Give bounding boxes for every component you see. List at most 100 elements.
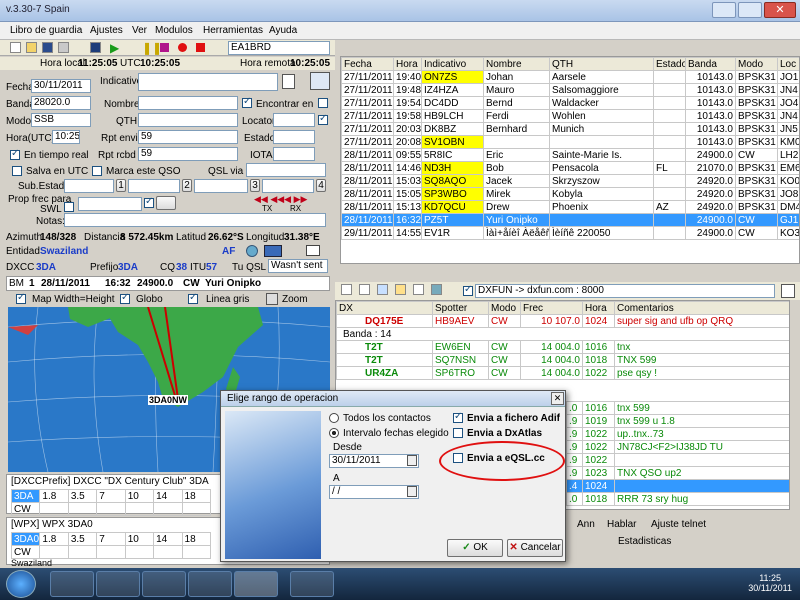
menu-herramientas[interactable]: Herramientas	[203, 25, 263, 36]
log-row[interactable]: 27/11/2011 19:40 ON7ZS Johan Aarsele 10143.0 B…	[341, 70, 799, 84]
a-field[interactable]: / /	[329, 485, 419, 499]
sub-button-2[interactable]: 2	[182, 179, 192, 192]
col-hora[interactable]: Hora	[393, 57, 422, 71]
fecha-field[interactable]: 30/11/2011	[31, 79, 91, 93]
mail-icon[interactable]	[306, 245, 320, 256]
menu-ver[interactable]: Ver	[132, 25, 147, 36]
encontrar-option[interactable]	[318, 98, 328, 108]
cluster-filter-icon[interactable]	[359, 284, 370, 295]
taskbar-explorer-icon[interactable]	[50, 571, 94, 597]
stop-square-icon[interactable]	[196, 43, 205, 52]
cl-col-spotter[interactable]: Spotter	[432, 301, 489, 315]
log-row[interactable]: 28/11/2011 15:13 KD7QCU Drew Phoenix AZ 24920.…	[341, 200, 799, 214]
zoom-slider[interactable]	[266, 293, 278, 305]
start-button[interactable]	[6, 570, 36, 598]
col-banda[interactable]: Banda	[685, 57, 736, 71]
cancel-button[interactable]: ✕ Cancelar	[507, 539, 563, 557]
tiempo-real-checkbox[interactable]	[10, 148, 20, 160]
map-width-checkbox[interactable]	[16, 292, 26, 304]
globo-checkbox[interactable]	[120, 292, 130, 304]
prop-button[interactable]	[156, 196, 176, 210]
cl-col-frec[interactable]: Frec	[520, 301, 583, 315]
todos-radio[interactable]	[329, 413, 339, 423]
subestado-3-field[interactable]	[194, 179, 248, 193]
taskbar-clock[interactable]: 11:25 30/11/2011	[748, 573, 792, 593]
log-row[interactable]: 27/11/2011 19:58 HB9LCH Ferdi Wohlen 10143.0 B…	[341, 109, 799, 123]
banda-field[interactable]: 28020.0	[31, 96, 91, 110]
estado-field[interactable]	[273, 130, 315, 144]
cluster-partial-row[interactable]: .0 1016 tnx 599	[566, 401, 789, 415]
locator-field[interactable]	[273, 113, 315, 127]
cluster-flag-icon[interactable]	[431, 284, 442, 295]
qsl-via-field[interactable]	[246, 163, 326, 177]
subestado-2-field[interactable]	[128, 179, 180, 193]
cluster-partial-row[interactable]: .4 1024	[566, 479, 789, 493]
taskbar-chrome-icon[interactable]	[142, 571, 186, 597]
cluster-row[interactable]: T2T EW6EN CW 14 004.0 1016 tnx	[336, 340, 789, 354]
log-row[interactable]: 27/11/2011 20:03 DK8BZ Bernhard Munich 10143.…	[341, 122, 799, 136]
cl-col-hora[interactable]: Hora	[582, 301, 615, 315]
cluster-partial-row[interactable]: .0 1018 RRR 73 sry hug	[566, 492, 789, 506]
col-indicativo[interactable]: Indicativo	[421, 57, 484, 71]
cluster-row[interactable]: UR4ZA SP6TRO CW 14 004.0 1022 pse qsy !	[336, 366, 789, 380]
menu-modulos[interactable]: Modulos	[155, 25, 193, 36]
sub-button-4[interactable]: 4	[316, 179, 326, 192]
minimize-button[interactable]	[712, 2, 736, 18]
cl-col-comentarios[interactable]: Comentarios	[614, 301, 789, 315]
cluster-edit-icon[interactable]	[781, 284, 795, 298]
nombre-field[interactable]	[138, 96, 238, 110]
dxatlas-checkbox[interactable]	[453, 428, 463, 438]
col-fecha[interactable]: Fecha	[341, 57, 394, 71]
cluster-partial-row[interactable]: .9 1019 tnx 599 u 1.8	[566, 414, 789, 428]
maximize-button[interactable]	[738, 2, 762, 18]
menu-ayuda[interactable]: Ayuda	[269, 25, 297, 36]
sub-button-1[interactable]: 1	[116, 179, 126, 192]
cluster-color-icon[interactable]	[377, 284, 388, 295]
swl-checkbox[interactable]	[64, 202, 74, 212]
subestado-1-field[interactable]	[64, 179, 114, 193]
taskbar-firefox-icon[interactable]	[188, 571, 232, 597]
adif-checkbox[interactable]	[453, 411, 463, 423]
stop-icon[interactable]	[160, 43, 169, 52]
log-row[interactable]: 27/11/2011 19:48 IZ4HZA Mauro Salsomaggiore 1…	[341, 83, 799, 97]
cluster-row[interactable]: T2T SQ7NSN CW 14 004.0 1018 TNX 599	[336, 353, 789, 367]
log-row[interactable]: 29/11/2011 14:55 EV1R Ìàì+åíèî Àëåêñ Ìèíñê 2…	[341, 226, 799, 240]
sub-button-3[interactable]: 3	[250, 179, 260, 192]
col-qth[interactable]: QTH	[549, 57, 654, 71]
cl-col-modo[interactable]: Modo	[488, 301, 521, 315]
taskbar-logger-icon[interactable]	[234, 571, 278, 597]
log-row[interactable]: 28/11/2011 14:46 ND3H Bob Pensacola FL 21070.0…	[341, 161, 799, 175]
col-estado[interactable]: Estado	[653, 57, 686, 71]
cluster-sort-icon[interactable]	[413, 284, 424, 295]
play-icon[interactable]: ▶	[110, 41, 119, 55]
cl-col-dx[interactable]: DX	[336, 301, 433, 315]
prop-checkbox[interactable]	[144, 196, 154, 208]
log-grid[interactable]: Fecha Hora Indicativo Nombre QTH Estado …	[340, 56, 800, 264]
qth-field[interactable]	[138, 113, 238, 127]
cluster-connect-icon[interactable]	[341, 284, 352, 295]
menu-libro[interactable]: Libro de guardia	[10, 25, 82, 36]
open-icon[interactable]	[26, 42, 37, 53]
prop-field[interactable]	[78, 197, 142, 211]
intervalo-radio[interactable]	[329, 428, 339, 438]
marca-qso-checkbox[interactable]	[92, 166, 102, 176]
col-nombre[interactable]: Nombre	[483, 57, 550, 71]
close-button[interactable]: ✕	[764, 2, 796, 18]
cluster-partial-row[interactable]: .9 1022	[566, 453, 789, 467]
cluster-partial-row[interactable]: .9 1023 TNX QSO up2	[566, 466, 789, 480]
callsign-select[interactable]: EA1BRD	[228, 41, 330, 55]
tab-hablar[interactable]: Hablar	[607, 519, 636, 530]
desde-field[interactable]: 30/11/2011	[329, 454, 419, 468]
taskbar-map-icon[interactable]	[290, 571, 334, 597]
log-row[interactable]: 27/11/2011 19:54 DC4DD Bernd Waldacker 10143.…	[341, 96, 799, 110]
iota-field[interactable]	[273, 147, 315, 161]
rpt-rcbd-field[interactable]: 59	[138, 147, 238, 161]
linea-gris-checkbox[interactable]	[188, 292, 198, 304]
indicativo-field[interactable]	[138, 73, 278, 91]
notas-field[interactable]	[64, 213, 326, 227]
col-modo[interactable]: Modo	[735, 57, 778, 71]
log-row[interactable]: 28/11/2011 16:32 PZ5T Yuri Onipko 24900.0 CW G…	[341, 213, 799, 227]
a-calendar-icon[interactable]	[407, 486, 417, 497]
desde-calendar-icon[interactable]	[407, 455, 417, 466]
col-loc[interactable]: Loc	[777, 57, 799, 71]
